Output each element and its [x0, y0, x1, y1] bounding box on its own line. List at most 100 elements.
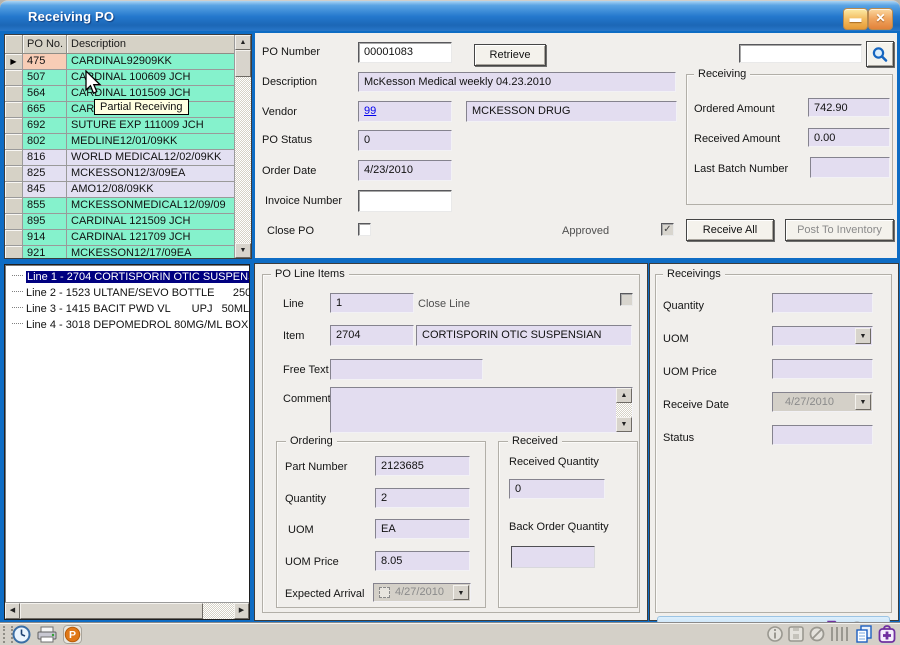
row-selector[interactable] — [5, 102, 23, 118]
row-selector[interactable] — [5, 198, 23, 214]
row-selector[interactable] — [5, 70, 23, 86]
scroll-left-button[interactable]: ◀ — [5, 603, 20, 619]
scroll-right-button[interactable]: ▶ — [234, 603, 249, 619]
description-cell[interactable]: MEDLINE12/01/09KK — [67, 134, 235, 150]
column-header-po-no[interactable]: PO No. — [23, 35, 67, 54]
vendor-name-field[interactable]: MCKESSON DRUG — [466, 101, 677, 122]
dropdown-arrow-icon[interactable]: ▼ — [453, 585, 469, 600]
description-cell[interactable]: MCKESSON12/3/09EA — [67, 166, 235, 182]
vendor-code-link[interactable]: 99 — [364, 105, 376, 117]
row-selector[interactable] — [5, 134, 23, 150]
close-button[interactable]: ✕ — [868, 8, 893, 30]
receivings-quantity-field[interactable] — [772, 293, 873, 313]
search-input[interactable] — [739, 44, 862, 63]
comments-scrollbar[interactable]: ▲ ▼ — [616, 388, 632, 432]
clock-icon[interactable] — [12, 625, 31, 644]
search-button[interactable] — [866, 41, 894, 67]
po-number-cell[interactable]: 665 — [23, 102, 67, 118]
approved-checkbox[interactable]: ✓ — [661, 223, 674, 236]
po-grid-row[interactable]: 802MEDLINE12/01/09KK — [5, 134, 235, 150]
close-po-checkbox[interactable] — [358, 223, 371, 236]
description-cell[interactable]: CARDINAL 121709 JCH — [67, 230, 235, 246]
retrieve-button[interactable]: Retrieve — [474, 44, 546, 66]
po-number-cell[interactable]: 914 — [23, 230, 67, 246]
comments-textarea[interactable] — [330, 387, 633, 433]
scroll-thumb[interactable] — [235, 50, 251, 77]
dropdown-arrow-icon[interactable]: ▼ — [855, 328, 871, 344]
description-cell[interactable]: SUTURE EXP 111009 JCH — [67, 118, 235, 134]
receive-date-combo[interactable]: 4/27/2010 ▼ — [772, 392, 873, 412]
po-grid-row[interactable]: 855MCKESSONMEDICAL12/09/09 — [5, 198, 235, 214]
description-cell[interactable]: MCKESSONMEDICAL12/09/09 — [67, 198, 235, 214]
tree-item[interactable]: Line 4 - 3018 DEPOMEDROL 80MG/ML BOX — [5, 317, 249, 333]
scroll-up-button[interactable]: ▲ — [235, 35, 251, 50]
save-icon[interactable] — [787, 625, 805, 643]
scroll-down-button[interactable]: ▼ — [235, 243, 251, 258]
row-selector[interactable] — [5, 230, 23, 246]
received-quantity-field[interactable]: 0 — [509, 479, 605, 499]
po-number-cell[interactable]: 895 — [23, 214, 67, 230]
p-badge-icon[interactable]: P — [63, 625, 82, 644]
row-selector[interactable] — [5, 86, 23, 102]
description-cell[interactable]: MCKESSON12/17/09EA — [67, 246, 235, 258]
ordered-amount-field[interactable]: 742.90 — [808, 98, 890, 117]
free-text-field[interactable] — [330, 359, 483, 380]
column-header-description[interactable]: Description — [67, 35, 235, 54]
po-number-cell[interactable]: 845 — [23, 182, 67, 198]
row-selector[interactable]: ▶ — [5, 54, 23, 70]
close-line-checkbox[interactable] — [620, 293, 633, 306]
part-number-field[interactable]: 2123685 — [375, 456, 470, 476]
last-batch-number-field[interactable] — [810, 157, 890, 178]
po-number-cell[interactable]: 825 — [23, 166, 67, 182]
po-grid-row[interactable]: 914CARDINAL 121709 JCH — [5, 230, 235, 246]
add-kit-icon[interactable] — [877, 624, 897, 644]
cancel-icon[interactable] — [808, 625, 826, 643]
po-number-cell[interactable]: 475 — [23, 54, 67, 70]
scroll-down-button[interactable]: ▼ — [616, 417, 632, 432]
po-grid-row[interactable]: 507CARDINAL 100609 JCH — [5, 70, 235, 86]
po-grid-row[interactable]: 825MCKESSON12/3/09EA — [5, 166, 235, 182]
po-grid-vertical-scrollbar[interactable]: ▲ ▼ — [234, 35, 251, 258]
description-field[interactable]: McKesson Medical weekly 04.23.2010 — [358, 72, 676, 92]
minimize-button[interactable]: ▬ — [843, 8, 868, 30]
receive-all-button[interactable]: Receive All — [686, 219, 774, 241]
po-number-cell[interactable]: 507 — [23, 70, 67, 86]
printer-icon[interactable] — [37, 626, 57, 643]
po-number-cell[interactable]: 816 — [23, 150, 67, 166]
row-selector[interactable] — [5, 246, 23, 258]
po-grid-row[interactable]: ▶475CARDINAL92909KK — [5, 54, 235, 70]
po-grid-row[interactable]: 816WORLD MEDICAL12/02/09KK — [5, 150, 235, 166]
row-selector[interactable] — [5, 166, 23, 182]
expected-arrival-combo[interactable]: 4/27/2010 ▼ — [373, 583, 471, 602]
item-description-field[interactable]: CORTISPORIN OTIC SUSPENSIAN — [416, 325, 632, 346]
receivings-uom-combo[interactable]: ▼ — [772, 326, 873, 346]
info-icon[interactable] — [766, 625, 784, 643]
po-number-cell[interactable]: 564 — [23, 86, 67, 102]
line-field[interactable]: 1 — [330, 293, 414, 313]
po-number-cell[interactable]: 692 — [23, 118, 67, 134]
back-order-quantity-field[interactable] — [511, 546, 595, 568]
tree-item[interactable]: Line 1 - 2704 CORTISPORIN OTIC SUSPENSIA… — [5, 269, 249, 285]
po-number-cell[interactable]: 921 — [23, 246, 67, 258]
expected-arrival-checkbox[interactable] — [379, 587, 390, 598]
po-status-field[interactable]: 0 — [358, 130, 452, 151]
post-to-inventory-button[interactable]: Post To Inventory — [785, 219, 894, 241]
vendor-code-field[interactable]: 99 — [358, 101, 452, 122]
ordering-uom-price-field[interactable]: 8.05 — [375, 551, 470, 571]
po-grid-row[interactable]: 845AMO12/08/09KK — [5, 182, 235, 198]
receivings-uom-price-field[interactable] — [772, 359, 873, 379]
tree-item[interactable]: Line 3 - 1415 BACIT PWD VL UPJ 50ML — [5, 301, 249, 317]
po-number-cell[interactable]: 855 — [23, 198, 67, 214]
description-cell[interactable]: CARDINAL92909KK — [67, 54, 235, 70]
row-selector[interactable] — [5, 182, 23, 198]
description-cell[interactable]: AMO12/08/09KK — [67, 182, 235, 198]
scroll-thumb[interactable] — [20, 603, 203, 619]
scroll-track[interactable] — [235, 50, 251, 243]
row-selector[interactable] — [5, 150, 23, 166]
copy-pages-icon[interactable] — [854, 624, 874, 644]
received-amount-field[interactable]: 0.00 — [808, 128, 890, 147]
po-grid-row[interactable]: 895CARDINAL 121509 JCH — [5, 214, 235, 230]
row-selector[interactable] — [5, 118, 23, 134]
po-grid-row[interactable]: 692SUTURE EXP 111009 JCH — [5, 118, 235, 134]
po-number-cell[interactable]: 802 — [23, 134, 67, 150]
